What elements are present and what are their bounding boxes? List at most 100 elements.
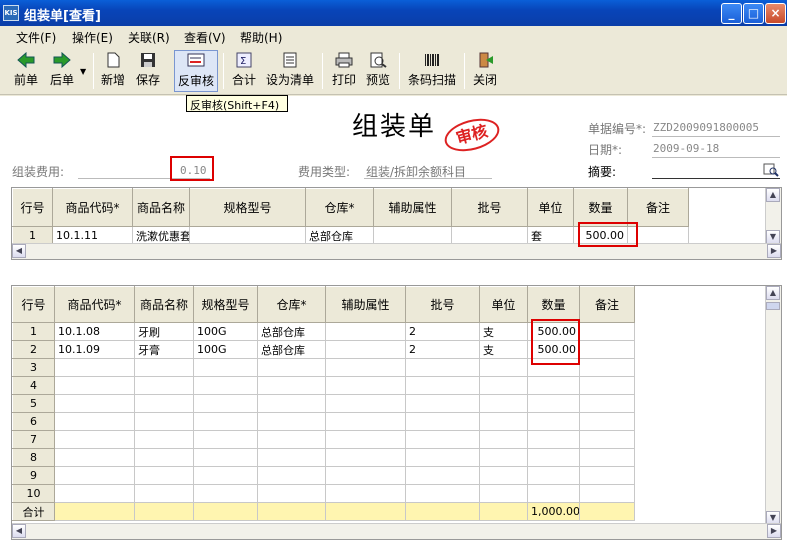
grid-cell[interactable] (479, 358, 528, 377)
grid-cell[interactable]: 牙刷 (134, 322, 194, 341)
grid-cell[interactable]: 2 (405, 340, 480, 359)
grid-cell[interactable] (189, 226, 306, 245)
grid-cell[interactable] (257, 412, 326, 431)
next-button[interactable]: 后单 (46, 50, 78, 92)
grid-cell[interactable]: 10.1.09 (54, 340, 135, 359)
grid-cell[interactable]: 总部仓库 (257, 340, 326, 359)
grid-cell[interactable] (405, 466, 480, 485)
horizontal-scrollbar[interactable]: ◀ ▶ (12, 243, 781, 259)
grid-cell[interactable] (373, 226, 452, 245)
grid-cell[interactable] (479, 430, 528, 449)
grid-cell[interactable] (405, 484, 480, 503)
grid-cell[interactable] (579, 376, 635, 395)
grid-cell[interactable] (193, 412, 258, 431)
grid-cell[interactable] (193, 448, 258, 467)
menu-operate[interactable]: 操作(E) (72, 29, 113, 46)
grid-cell[interactable] (54, 448, 135, 467)
grid-cell[interactable] (479, 448, 528, 467)
grid-cell[interactable] (579, 430, 635, 449)
grid-cell[interactable] (325, 484, 406, 503)
grid-cell[interactable] (405, 376, 480, 395)
grid-cell[interactable]: 总部仓库 (305, 226, 374, 245)
column-header[interactable]: 数量 (527, 286, 580, 323)
grid-cell[interactable] (479, 484, 528, 503)
exit-button[interactable]: 关闭 (470, 50, 500, 92)
grid-cell[interactable]: 10.1.08 (54, 322, 135, 341)
grid-cell[interactable] (405, 448, 480, 467)
grid-cell[interactable] (527, 430, 580, 449)
grid-cell[interactable] (325, 358, 406, 377)
grid-cell[interactable] (479, 376, 528, 395)
grid-cell[interactable] (579, 412, 635, 431)
grid-cell[interactable] (579, 322, 635, 341)
grid-cell[interactable] (479, 466, 528, 485)
column-header[interactable]: 辅助属性 (325, 286, 406, 323)
grid-cell[interactable] (54, 430, 135, 449)
minimize-button[interactable]: _ (721, 3, 742, 24)
new-button[interactable]: 新增 (98, 50, 128, 92)
column-header[interactable]: 单位 (479, 286, 528, 323)
column-header[interactable]: 商品代码* (52, 188, 133, 227)
column-header[interactable]: 数量 (573, 188, 628, 227)
grid-cell[interactable] (325, 466, 406, 485)
grid-cell[interactable] (54, 466, 135, 485)
grid-cell[interactable]: 洗漱优惠套 (132, 226, 190, 245)
maximize-button[interactable]: □ (743, 3, 764, 24)
grid-cell[interactable] (193, 466, 258, 485)
menu-file[interactable]: 文件(F) (16, 29, 56, 46)
column-header[interactable]: 规格型号 (189, 188, 306, 227)
grid-cell[interactable]: 支 (479, 322, 528, 341)
grid-cell[interactable] (134, 394, 194, 413)
horizontal-scrollbar[interactable]: ◀ ▶ (12, 523, 781, 539)
menu-link[interactable]: 关联(R) (128, 29, 170, 46)
save-button[interactable]: 保存 (133, 50, 163, 92)
column-header[interactable]: 单位 (527, 188, 574, 227)
grid-cell[interactable] (479, 394, 528, 413)
grid-cell[interactable] (405, 394, 480, 413)
grid-cell[interactable] (193, 430, 258, 449)
grid-cell[interactable] (527, 376, 580, 395)
grid-cell[interactable]: 牙膏 (134, 340, 194, 359)
grid-cell[interactable] (325, 340, 406, 359)
grid-cell[interactable] (134, 466, 194, 485)
menu-view[interactable]: 查看(V) (184, 29, 226, 46)
column-header[interactable]: 规格型号 (193, 286, 258, 323)
grid-cell[interactable] (405, 412, 480, 431)
grid-cell[interactable] (54, 484, 135, 503)
grid-cell[interactable] (579, 394, 635, 413)
grid-cell[interactable]: 支 (479, 340, 528, 359)
column-header[interactable]: 备注 (627, 188, 689, 227)
grid-cell[interactable] (405, 358, 480, 377)
barcode-scan-button[interactable]: 条码扫描 (405, 50, 459, 92)
grid-cell[interactable] (54, 358, 135, 377)
grid-cell[interactable] (257, 448, 326, 467)
grid-cell[interactable] (134, 412, 194, 431)
grid-cell[interactable]: 总部仓库 (257, 322, 326, 341)
grid-cell[interactable] (257, 394, 326, 413)
grid-cell[interactable] (193, 358, 258, 377)
chevron-down-icon[interactable]: ▼ (80, 67, 86, 76)
doc-no-field[interactable]: ZZD2009091800005 (653, 121, 759, 134)
grid-cell[interactable] (325, 412, 406, 431)
close-window-button[interactable]: × (765, 3, 786, 24)
column-header[interactable]: 商品代码* (54, 286, 135, 323)
column-header[interactable]: 批号 (405, 286, 480, 323)
grid-cell[interactable] (405, 430, 480, 449)
grid-cell[interactable] (579, 466, 635, 485)
unaudit-button[interactable]: 反审核 (174, 50, 218, 92)
grid-cell[interactable] (527, 466, 580, 485)
grid-cell[interactable] (451, 226, 528, 245)
column-header[interactable]: 批号 (451, 188, 528, 227)
grid-cell[interactable] (257, 358, 326, 377)
print-button[interactable]: 打印 (329, 50, 359, 92)
preview-button[interactable]: 预览 (363, 50, 393, 92)
menu-help[interactable]: 帮助(H) (240, 29, 282, 46)
grid-cell[interactable] (527, 412, 580, 431)
grid-cell[interactable] (54, 394, 135, 413)
column-header[interactable]: 行号 (12, 188, 53, 227)
column-header[interactable]: 备注 (579, 286, 635, 323)
grid-cell[interactable] (193, 376, 258, 395)
grid-cell[interactable]: 10.1.11 (52, 226, 133, 245)
lookup-icon[interactable] (763, 163, 779, 177)
grid-cell[interactable] (479, 412, 528, 431)
